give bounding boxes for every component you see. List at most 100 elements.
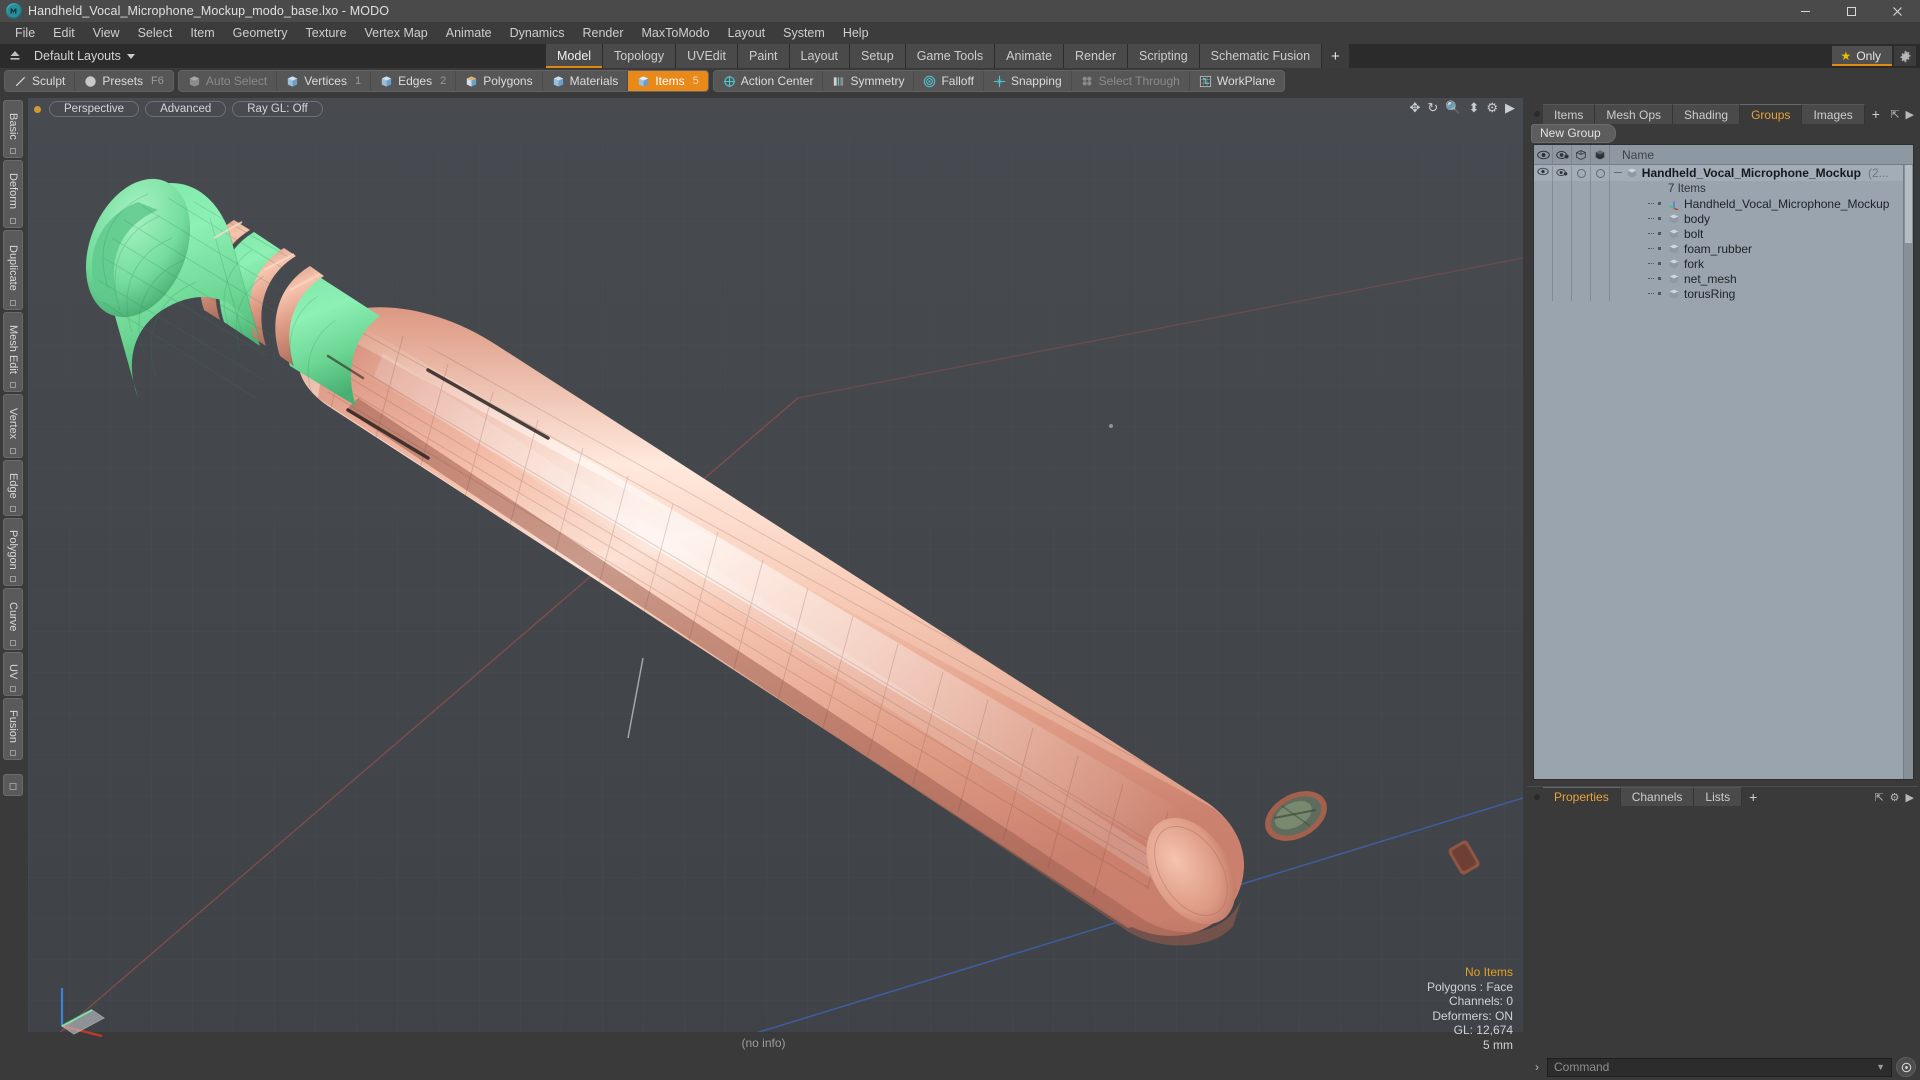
- symmetry-button[interactable]: Symmetry: [823, 71, 915, 91]
- only-button[interactable]: ★ Only: [1831, 46, 1893, 66]
- vertices-button[interactable]: Vertices 1: [277, 71, 372, 91]
- auto-select-button[interactable]: Auto Select: [178, 71, 278, 91]
- left-tab-vertex[interactable]: Vertex: [3, 394, 23, 458]
- tab-game-tools[interactable]: Game Tools: [905, 44, 996, 68]
- menu-edit[interactable]: Edit: [44, 24, 84, 42]
- polygons-button[interactable]: Polygons: [456, 71, 543, 91]
- tab-animate[interactable]: Animate: [995, 44, 1065, 68]
- row-wire-toggle[interactable]: [1572, 165, 1591, 181]
- select-through-button[interactable]: Select Through: [1071, 71, 1190, 91]
- arrow-right-icon[interactable]: ▶: [1906, 791, 1914, 804]
- axis-gizmo[interactable]: [46, 970, 118, 1042]
- group-tree[interactable]: Name ─ Handheld_Vocal_Microphone_Mockup …: [1533, 144, 1914, 780]
- tree-row-body[interactable]: body: [1534, 211, 1913, 226]
- ptab-properties[interactable]: Properties: [1543, 787, 1621, 806]
- menu-item[interactable]: Item: [181, 24, 223, 42]
- menu-render[interactable]: Render: [574, 24, 633, 42]
- left-tab-collapse-toggle[interactable]: [3, 774, 23, 796]
- rotate-icon[interactable]: ↻: [1427, 101, 1438, 114]
- row-visibility-toggle[interactable]: [1534, 165, 1553, 181]
- move-icon[interactable]: ✥: [1409, 101, 1420, 114]
- arrow-right-icon[interactable]: ▶: [1906, 108, 1914, 121]
- left-tab-polygon[interactable]: Polygon: [3, 518, 23, 586]
- left-tab-uv[interactable]: UV: [3, 652, 23, 696]
- gear-icon[interactable]: [1894, 46, 1916, 66]
- rtab-items[interactable]: Items: [1543, 104, 1596, 124]
- left-tab-duplicate[interactable]: Duplicate: [3, 230, 23, 310]
- action-center-button[interactable]: Action Center: [713, 71, 824, 91]
- menu-help[interactable]: Help: [834, 24, 878, 42]
- tree-row-bolt[interactable]: bolt: [1534, 226, 1913, 241]
- falloff-button[interactable]: Falloff: [914, 71, 984, 91]
- left-tab-basic[interactable]: Basic: [3, 100, 23, 158]
- arrow-icon[interactable]: ▶: [1505, 101, 1515, 114]
- home-eject-icon[interactable]: [4, 46, 26, 66]
- run-circle-icon[interactable]: [1896, 1057, 1916, 1077]
- tab-schematic-fusion[interactable]: Schematic Fusion: [1199, 44, 1323, 68]
- shaded-cube-icon[interactable]: [1591, 145, 1610, 164]
- expand-icon[interactable]: ⇱: [1890, 108, 1899, 121]
- properties-menu-dot-icon[interactable]: [1531, 787, 1543, 807]
- close-button[interactable]: [1874, 0, 1920, 22]
- sculpt-button[interactable]: Sculpt: [5, 71, 76, 91]
- ptab-channels[interactable]: Channels: [1620, 787, 1695, 806]
- ptab-add-button[interactable]: +: [1742, 787, 1764, 806]
- settings-icon[interactable]: ⚙: [1486, 101, 1498, 114]
- tree-row-foam-rubber[interactable]: foam_rubber: [1534, 241, 1913, 256]
- expand-icon[interactable]: ⇱: [1874, 791, 1883, 804]
- menu-view[interactable]: View: [84, 24, 129, 42]
- tree-row-net-mesh[interactable]: net_mesh: [1534, 271, 1913, 286]
- fit-icon[interactable]: ⬍: [1468, 101, 1479, 114]
- menu-dynamics[interactable]: Dynamics: [501, 24, 574, 42]
- rtab-images[interactable]: Images: [1802, 104, 1865, 124]
- left-tab-edge[interactable]: Edge: [3, 460, 23, 516]
- tree-root-name[interactable]: ─ Handheld_Vocal_Microphone_Mockup (2...: [1610, 166, 1913, 180]
- left-tab-mesh-edit[interactable]: Mesh Edit: [3, 312, 23, 392]
- tab-topology[interactable]: Topology: [603, 44, 677, 68]
- viewport-raygl-toggle[interactable]: Ray GL: Off: [232, 101, 323, 117]
- workplane-button[interactable]: WorkPlane: [1189, 71, 1285, 91]
- tree-row-locator[interactable]: Handheld_Vocal_Microphone_Mockup: [1534, 196, 1913, 211]
- viewport-dot-icon[interactable]: [34, 105, 41, 113]
- menu-animate[interactable]: Animate: [437, 24, 501, 42]
- rtab-mesh-ops[interactable]: Mesh Ops: [1595, 104, 1674, 124]
- rtab-shading[interactable]: Shading: [1673, 104, 1741, 124]
- viewport-shading-selector[interactable]: Advanced: [145, 101, 227, 117]
- new-group-button[interactable]: New Group: [1531, 123, 1616, 143]
- add-tab-button[interactable]: +: [1322, 44, 1349, 68]
- command-input[interactable]: Command ▼: [1547, 1057, 1892, 1077]
- viewport-projection-selector[interactable]: Perspective: [49, 101, 140, 117]
- minimize-button[interactable]: [1782, 0, 1828, 22]
- snapping-button[interactable]: Snapping: [983, 71, 1072, 91]
- ptab-lists[interactable]: Lists: [1694, 787, 1743, 806]
- row-render-toggle[interactable]: [1553, 165, 1572, 181]
- menu-select[interactable]: Select: [129, 24, 182, 42]
- gear-icon[interactable]: ⚙: [1890, 791, 1900, 804]
- wireframe-cube-icon[interactable]: [1572, 145, 1591, 164]
- maximize-button[interactable]: [1828, 0, 1874, 22]
- items-button[interactable]: Items 5: [628, 71, 708, 91]
- tab-paint[interactable]: Paint: [738, 44, 790, 68]
- render-eye-icon[interactable]: [1553, 145, 1572, 164]
- tab-layout[interactable]: Layout: [789, 44, 851, 68]
- rtab-groups[interactable]: Groups: [1740, 104, 1803, 124]
- viewport-3d[interactable]: Perspective Advanced Ray GL: Off ✥ ↻ 🔍 ⬍…: [28, 98, 1523, 1060]
- menu-vertex-map[interactable]: Vertex Map: [356, 24, 437, 42]
- menu-geometry[interactable]: Geometry: [224, 24, 297, 42]
- chevron-down-icon[interactable]: ▼: [1876, 1059, 1885, 1076]
- menu-layout[interactable]: Layout: [719, 24, 775, 42]
- presets-button[interactable]: Presets F6: [75, 71, 173, 91]
- zoom-icon[interactable]: 🔍: [1445, 101, 1461, 114]
- tab-uvedit[interactable]: UVEdit: [676, 44, 738, 68]
- left-tab-fusion[interactable]: Fusion: [3, 698, 23, 760]
- menu-file[interactable]: File: [6, 24, 44, 42]
- tree-scrollbar[interactable]: [1903, 165, 1913, 779]
- tab-render[interactable]: Render: [1064, 44, 1129, 68]
- tree-row-torus-ring[interactable]: torusRing: [1534, 286, 1913, 301]
- row-shade-toggle[interactable]: [1591, 165, 1610, 181]
- panel-menu-dot-icon[interactable]: [1531, 104, 1543, 124]
- tab-model[interactable]: Model: [545, 44, 604, 68]
- tab-scripting[interactable]: Scripting: [1128, 44, 1200, 68]
- eye-icon[interactable]: [1534, 145, 1553, 164]
- menu-system[interactable]: System: [774, 24, 834, 42]
